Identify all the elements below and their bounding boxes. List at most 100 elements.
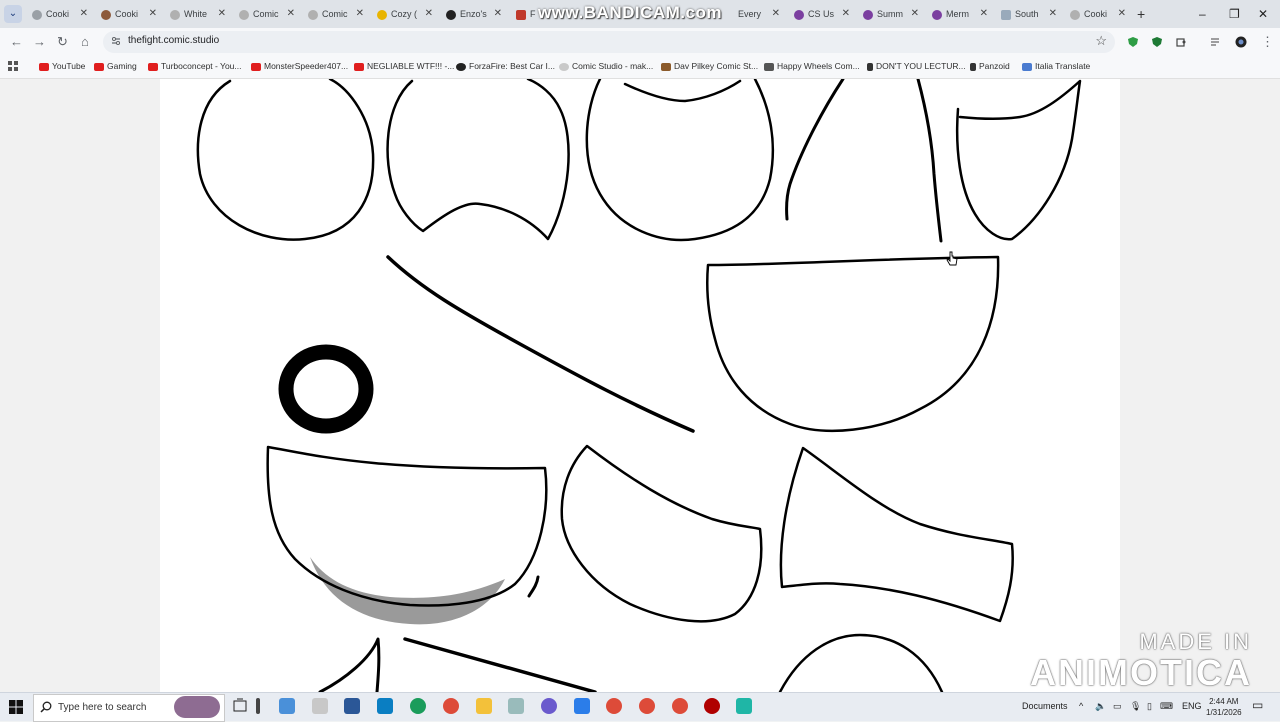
browser-tab[interactable]: Cooki ✕ — [101, 4, 157, 24]
browser-tab[interactable]: Comic ✕ — [308, 4, 364, 24]
close-icon[interactable]: ✕ — [911, 4, 919, 24]
bookmark-turboconcept[interactable]: Turboconcept - You... — [148, 60, 242, 72]
sweep-stroke — [403, 637, 597, 692]
close-icon[interactable]: ✕ — [1049, 4, 1057, 24]
close-icon[interactable]: ✕ — [218, 4, 226, 24]
bookmark-happy-wheels[interactable]: Happy Wheels Com... — [764, 60, 860, 72]
bookmark-label: NEGLIABLE WTF!!! -... — [367, 61, 455, 71]
app-icon-2[interactable] — [312, 698, 328, 714]
chrome-icon[interactable] — [639, 698, 655, 714]
bookmark-monsterspeeder[interactable]: MonsterSpeeder407... — [251, 60, 348, 72]
microphone-icon[interactable]: 🎙 — [1130, 701, 1141, 712]
bookmark-dont-you-lecture[interactable]: DON'T YOU LECTUR... — [867, 60, 966, 72]
tab-search-icon[interactable]: ⌄ — [4, 5, 22, 23]
language-indicator[interactable]: ENG — [1182, 701, 1202, 711]
shield-extension-icon[interactable] — [1127, 36, 1139, 48]
power-icon[interactable]: ▯ — [1147, 701, 1152, 712]
keyboard-icon[interactable]: ⌨ — [1160, 701, 1173, 712]
translate-icon — [1022, 62, 1032, 71]
bookmark-label: DON'T YOU LECTUR... — [876, 61, 966, 71]
close-icon[interactable]: ✕ — [356, 4, 364, 24]
close-icon[interactable]: ✕ — [980, 4, 988, 24]
new-tab-button[interactable]: + — [1137, 4, 1145, 24]
close-icon[interactable]: ✕ — [842, 4, 850, 24]
browser-tab[interactable]: Merm ✕ — [932, 4, 988, 24]
firefox-icon[interactable] — [541, 698, 557, 714]
tray-chevron-icon[interactable]: ^ — [1079, 701, 1083, 711]
shadow-shape — [310, 557, 505, 625]
windows-start-icon[interactable] — [8, 699, 24, 715]
animotica-icon[interactable] — [736, 698, 752, 714]
store-icon[interactable] — [377, 698, 393, 714]
browser-tab[interactable]: Enzo's ✕ — [446, 4, 502, 24]
forward-button[interactable]: → — [33, 33, 46, 51]
bookmark-label: Dav Pilkey Comic St... — [674, 61, 759, 71]
browser-tab[interactable]: South ✕ — [1001, 4, 1057, 24]
minimize-button[interactable]: – — [1199, 4, 1206, 24]
volume-icon[interactable]: 🔈 — [1095, 701, 1106, 712]
bookmark-forzafire[interactable]: ForzaFire: Best Car I... — [456, 60, 555, 72]
extensions-puzzle-icon[interactable] — [1175, 36, 1187, 48]
network-icon[interactable]: ▭ — [1113, 701, 1122, 712]
tab-favicon-icon — [794, 9, 804, 20]
bookmark-youtube[interactable]: YouTube — [39, 60, 85, 72]
browser-tab[interactable]: Cooki ✕ — [32, 4, 88, 24]
drawing-canvas[interactable] — [160, 79, 1120, 692]
word-icon[interactable] — [344, 698, 360, 714]
adblock-extension-icon[interactable] — [1151, 36, 1163, 48]
bookmark-dav-pilkey[interactable]: Dav Pilkey Comic St... — [661, 60, 758, 72]
tab-favicon-icon — [308, 9, 318, 20]
close-icon[interactable]: ✕ — [425, 4, 433, 24]
tab-label: Cooki — [115, 9, 139, 19]
browser-menu-icon[interactable]: ⋮ — [1261, 33, 1274, 51]
close-window-button[interactable]: ✕ — [1258, 4, 1268, 24]
file-explorer-icon[interactable] — [476, 698, 492, 714]
browser-tab[interactable]: F — [516, 4, 536, 24]
paint-icon[interactable] — [508, 698, 524, 714]
bookmark-star-icon[interactable]: ☆ — [1095, 33, 1107, 49]
browser-tab[interactable]: Every ✕ — [738, 4, 780, 24]
browser-tab[interactable]: Cozy ( ✕ — [377, 4, 433, 24]
youtube-icon — [148, 62, 158, 71]
tab-label: Cozy ( — [391, 9, 418, 19]
taskbar-search[interactable]: Type here to search — [33, 694, 225, 722]
profile-avatar-icon[interactable] — [1235, 36, 1247, 48]
bookmark-comic-studio[interactable]: Comic Studio - mak... — [559, 60, 653, 72]
browser-tab[interactable]: CS Us ✕ — [794, 4, 850, 24]
bookmark-panzoid[interactable]: Panzoid — [970, 60, 1010, 72]
edge-icon[interactable] — [410, 698, 426, 714]
chrome-icon[interactable] — [443, 698, 459, 714]
site-info-icon[interactable] — [111, 36, 121, 46]
documents-toolbar[interactable]: Documents — [1022, 701, 1068, 711]
search-icon — [40, 701, 52, 713]
browser-tab[interactable]: Summ ✕ — [863, 4, 919, 24]
taskbar-clock[interactable]: 2:44 AM 1/31/2026 — [1206, 696, 1242, 718]
chrome-icon[interactable] — [672, 698, 688, 714]
chrome-icon[interactable] — [606, 698, 622, 714]
tab-favicon-icon — [1001, 9, 1011, 20]
bookmark-italia-translate[interactable]: Italia Translate — [1022, 60, 1090, 72]
browser-tab[interactable]: White ✕ — [170, 4, 226, 24]
bookmark-negliable[interactable]: NEGLIABLE WTF!!! -... — [354, 60, 454, 72]
task-view-icon[interactable] — [232, 698, 248, 714]
back-button[interactable]: ← — [10, 33, 23, 51]
mail-icon[interactable] — [574, 698, 590, 714]
close-icon[interactable]: ✕ — [149, 4, 157, 24]
browser-tab[interactable]: Comic ✕ — [239, 4, 295, 24]
notifications-icon[interactable]: ▭ — [1252, 698, 1263, 712]
close-icon[interactable]: ✕ — [772, 4, 780, 24]
browser-tab[interactable]: Cooki ✕ — [1070, 4, 1126, 24]
restore-button[interactable]: ❐ — [1229, 4, 1240, 24]
home-button[interactable]: ⌂ — [81, 33, 89, 51]
close-icon[interactable]: ✕ — [1118, 4, 1126, 24]
close-icon[interactable]: ✕ — [80, 4, 88, 24]
close-icon[interactable]: ✕ — [287, 4, 295, 24]
reload-button[interactable]: ↻ — [57, 33, 68, 51]
address-field[interactable]: thefight.comic.studio ☆ — [103, 31, 1115, 53]
apps-grid-icon[interactable] — [8, 61, 18, 71]
media-queue-icon[interactable] — [1210, 36, 1222, 48]
app-icon-1[interactable] — [279, 698, 295, 714]
record-icon[interactable] — [704, 698, 720, 714]
bookmark-gaming[interactable]: Gaming — [94, 60, 137, 72]
close-icon[interactable]: ✕ — [494, 4, 502, 24]
